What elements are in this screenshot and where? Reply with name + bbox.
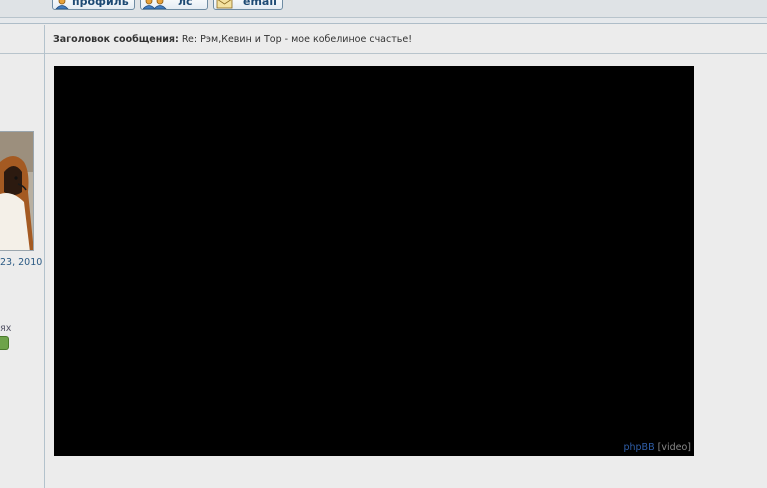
- email-button-label: email: [243, 0, 277, 8]
- join-date-fragment: 23, 2010: [0, 257, 43, 268]
- phpbb-link[interactable]: phpBB: [623, 442, 654, 453]
- top-strip: профиль лс email: [0, 0, 767, 18]
- user-icon: [55, 0, 69, 9]
- profile-button[interactable]: профиль: [52, 0, 135, 10]
- video-credit: phpBB [video]: [623, 442, 691, 453]
- envelope-icon: [216, 0, 234, 9]
- pm-button-label: лс: [178, 0, 193, 8]
- icq-icon[interactable]: [0, 336, 9, 350]
- top-divider: [0, 18, 767, 24]
- email-button[interactable]: email: [213, 0, 283, 10]
- video-credit-suffix: [video]: [657, 442, 691, 453]
- page: профиль лс email 23, 2010 ях Заголовок с…: [0, 0, 767, 488]
- post-title: Заголовок сообщения: Re: Рэм,Кевин и Тор…: [53, 34, 412, 45]
- pm-button[interactable]: лс: [140, 0, 208, 10]
- post-title-label: Заголовок сообщения:: [53, 34, 179, 45]
- post-header: Заголовок сообщения: Re: Рэм,Кевин и Тор…: [45, 25, 767, 54]
- avatar: [0, 131, 34, 251]
- author-column: 23, 2010 ях: [0, 25, 45, 488]
- video-player[interactable]: phpBB [video]: [54, 66, 694, 456]
- post-title-value: Re: Рэм,Кевин и Тор - мое кобелиное счас…: [181, 34, 413, 45]
- profile-button-label: профиль: [72, 0, 129, 8]
- users-icon: [143, 0, 169, 9]
- author-column-divider: [0, 53, 44, 54]
- author-info-fragment: ях: [0, 323, 12, 334]
